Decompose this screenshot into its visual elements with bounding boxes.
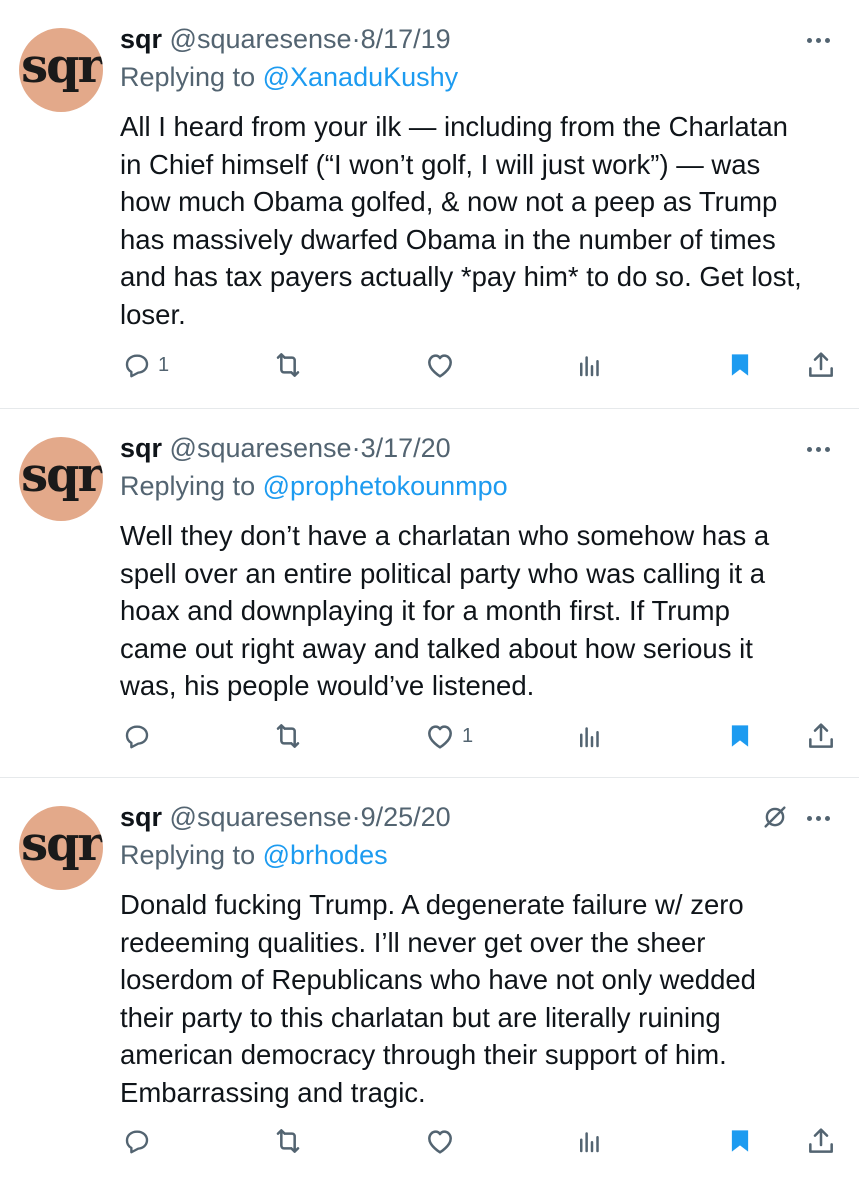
avatar-text: sqr (21, 38, 103, 94)
retweet-button[interactable] (272, 716, 304, 756)
tweet-date[interactable]: 9/25/20 (361, 802, 451, 832)
more-icon[interactable] (807, 808, 837, 821)
more-icon[interactable] (807, 439, 837, 452)
views-button[interactable] (575, 716, 605, 756)
tweet[interactable]: sqr sqr @squaresense·8/17/19 Replying to… (0, 0, 859, 409)
retweet-icon (276, 353, 300, 377)
views-icon (580, 1132, 599, 1153)
replying-to-label: Replying to (120, 471, 256, 501)
like-button[interactable] (424, 1121, 462, 1161)
replying-to-label: Replying to (120, 840, 256, 870)
retweet-icon (276, 1129, 300, 1153)
display-name[interactable]: sqr (120, 24, 162, 54)
avatar-text: sqr (21, 447, 103, 503)
more-icon[interactable] (807, 30, 837, 43)
avatar-text: sqr (21, 816, 103, 872)
like-icon (428, 725, 452, 749)
retweet-button[interactable] (272, 1121, 304, 1161)
like-button[interactable] (424, 345, 462, 385)
bookmark-icon (731, 1130, 749, 1152)
like-button[interactable]: 1 (424, 716, 473, 756)
replying-to: Replying to @prophetokounmpo (120, 469, 508, 503)
bookmark-button[interactable] (725, 345, 755, 385)
avatar[interactable]: sqr (19, 28, 103, 112)
share-button[interactable] (805, 1121, 837, 1161)
muted-conversation-icon[interactable] (760, 802, 790, 832)
share-button[interactable] (805, 345, 837, 385)
like-count: 1 (462, 724, 474, 747)
action-bar: 1 (0, 716, 859, 756)
action-bar (0, 1121, 859, 1161)
user-handle[interactable]: @squaresense (170, 24, 352, 54)
like-icon (428, 354, 452, 378)
separator-dot: · (351, 24, 361, 54)
reply-icon (125, 725, 149, 749)
replying-to: Replying to @XanaduKushy (120, 60, 458, 94)
display-name[interactable]: sqr (120, 433, 162, 463)
bookmark-button[interactable] (725, 716, 755, 756)
retweet-button[interactable] (272, 345, 304, 385)
separator-dot: · (351, 802, 361, 832)
views-button[interactable] (575, 1121, 605, 1161)
user-handle[interactable]: @squaresense (170, 433, 352, 463)
bookmark-icon (731, 725, 749, 747)
tweet[interactable]: sqr sqr @squaresense·9/25/20 Replying to… (0, 778, 859, 1200)
mention-link[interactable]: @prophetokounmpo (263, 471, 508, 501)
reply-icon (125, 1130, 149, 1154)
replying-to: Replying to @brhodes (120, 838, 388, 872)
display-name[interactable]: sqr (120, 802, 162, 832)
share-icon (809, 1128, 833, 1153)
reply-button[interactable] (122, 716, 158, 756)
tweet-date[interactable]: 3/17/20 (361, 433, 451, 463)
avatar[interactable]: sqr (19, 437, 103, 521)
user-handle[interactable]: @squaresense (170, 802, 352, 832)
mention-link[interactable]: @XanaduKushy (263, 62, 459, 92)
views-button[interactable] (575, 345, 605, 385)
share-icon (809, 723, 833, 748)
tweet-feed: sqr sqr @squaresense·8/17/19 Replying to… (0, 0, 859, 1200)
views-icon (580, 356, 599, 377)
views-icon (580, 727, 599, 748)
mention-link[interactable]: @brhodes (263, 840, 388, 870)
tweet-header: sqr @squaresense·8/17/19 (120, 22, 451, 56)
tweet-header: sqr @squaresense·9/25/20 (120, 800, 451, 834)
retweet-icon (276, 724, 300, 748)
tweet-text: All I heard from your ilk — including fr… (120, 111, 802, 330)
tweet-text: Well they don’t have a charlatan who som… (120, 520, 770, 701)
replying-to-label: Replying to (120, 62, 256, 92)
bookmark-button[interactable] (725, 1121, 755, 1161)
tweet-text: Donald fucking Trump. A degenerate failu… (120, 889, 756, 1108)
tweet-header: sqr @squaresense·3/17/20 (120, 431, 451, 465)
reply-count: 1 (158, 353, 170, 376)
tweet-date[interactable]: 8/17/19 (361, 24, 451, 54)
separator-dot: · (351, 433, 361, 463)
share-button[interactable] (805, 716, 837, 756)
reply-button[interactable]: 1 (122, 345, 169, 385)
like-icon (428, 1130, 452, 1154)
share-icon (809, 352, 833, 377)
reply-icon (125, 354, 149, 378)
reply-button[interactable] (122, 1121, 158, 1161)
action-bar: 1 (0, 345, 859, 385)
bookmark-icon (731, 354, 749, 376)
avatar[interactable]: sqr (19, 806, 103, 890)
tweet[interactable]: sqr sqr @squaresense·3/17/20 Replying to… (0, 409, 859, 778)
